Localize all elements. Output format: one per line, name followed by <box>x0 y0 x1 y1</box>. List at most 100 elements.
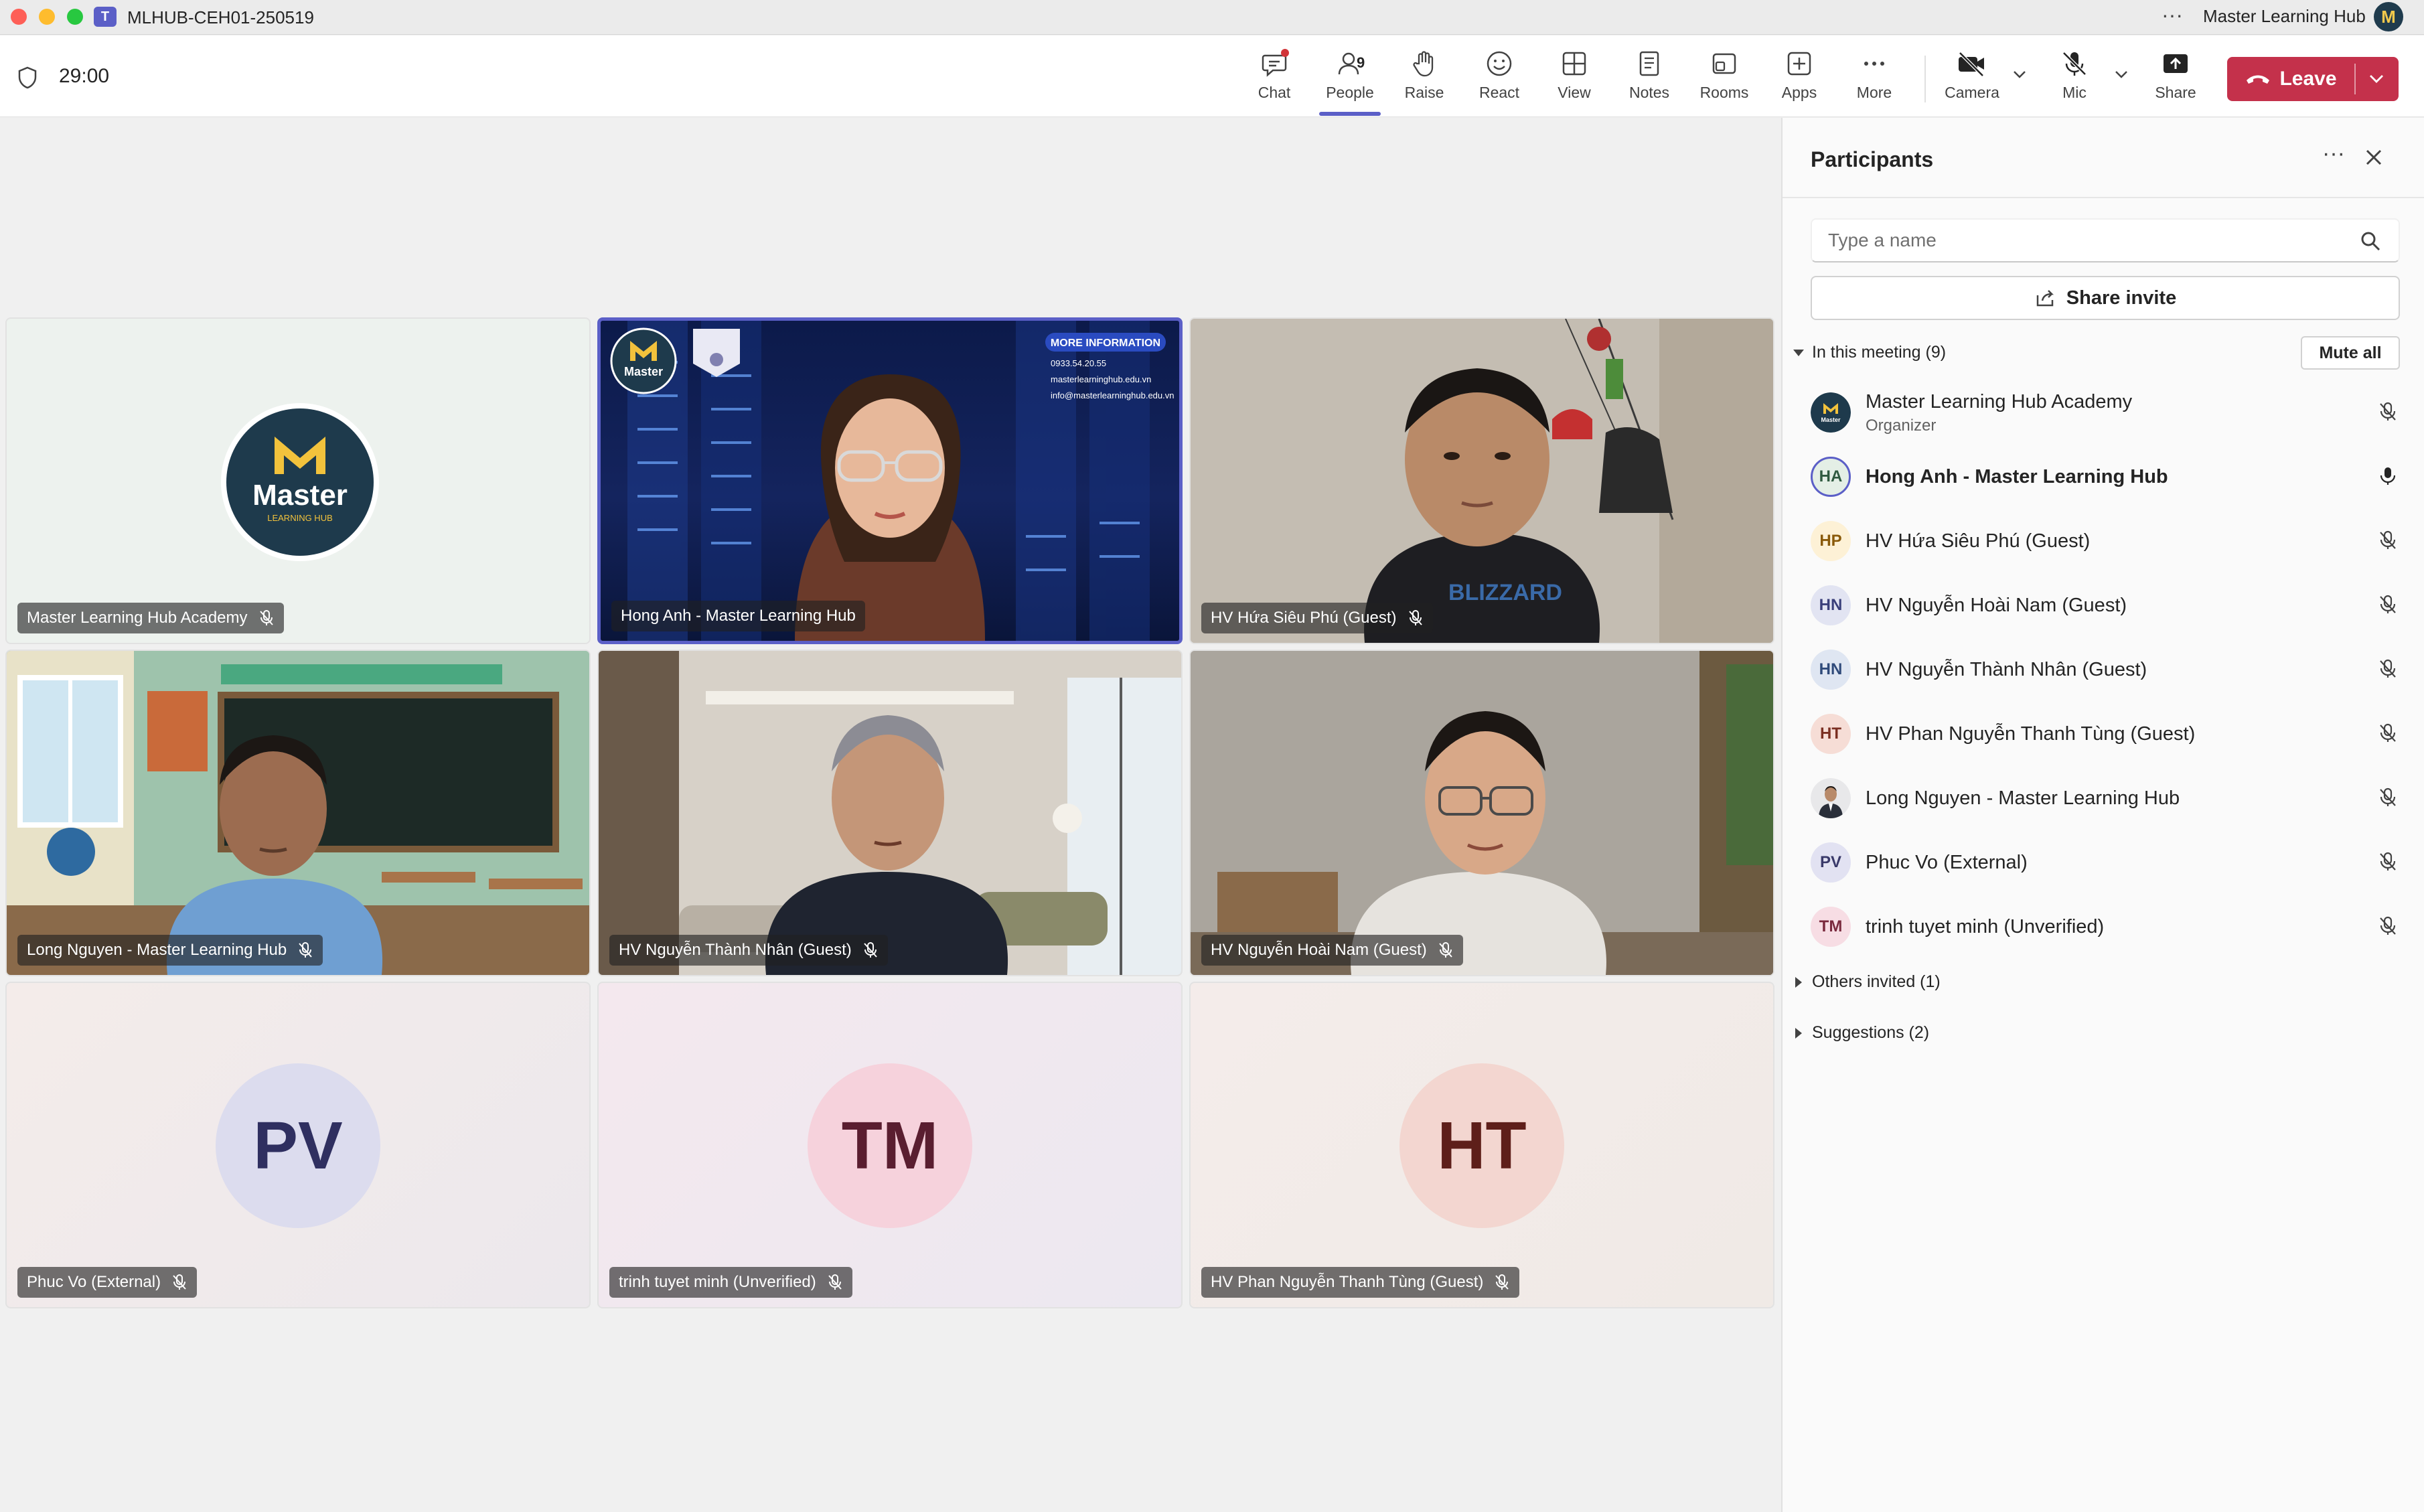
view-label: View <box>1558 84 1591 101</box>
logo-subtext: LEARNING HUB <box>267 513 333 523</box>
camera-off-icon <box>1959 52 1984 77</box>
others-invited-section-header[interactable]: Others invited (1) <box>1792 972 1941 992</box>
participant-row[interactable]: Master Master Learning Hub Academy Organ… <box>1811 384 2400 438</box>
chevron-down-icon[interactable] <box>2113 68 2129 81</box>
participant-tile[interactable]: TM trinh tuyet minh (Unverified) <box>597 982 1183 1308</box>
share-button[interactable]: Share <box>2143 49 2208 109</box>
participant-name: Hong Anh - Master Learning Hub <box>1866 466 2168 487</box>
participant-row[interactable]: HT HV Phan Nguyễn Thanh Tùng (Guest) <box>1811 706 2400 759</box>
shield-icon <box>18 66 37 89</box>
tile-name-label: Long Nguyen - Master Learning Hub <box>17 935 323 966</box>
mic-off-icon <box>2380 659 2396 678</box>
participant-row[interactable]: Long Nguyen - Master Learning Hub <box>1811 770 2400 824</box>
participant-tile[interactable]: HV Nguyễn Hoài Nam (Guest) <box>1189 650 1774 976</box>
people-button[interactable]: 9 People <box>1318 49 1382 109</box>
notes-button[interactable]: Notes <box>1617 49 1681 109</box>
more-icon[interactable]: ··· <box>2162 3 2183 27</box>
overlay-email: info@masterlearninghub.edu.vn <box>1051 390 1174 400</box>
others-invited-label: Others invited (1) <box>1812 972 1941 991</box>
mic-button[interactable]: Mic <box>2042 49 2107 109</box>
caret-down-icon <box>1793 349 1804 356</box>
react-label: React <box>1479 84 1520 101</box>
close-icon[interactable] <box>2364 147 2384 167</box>
participant-tile[interactable]: BLIZZARD HV Hứa Siêu Phú (Guest) <box>1189 317 1774 644</box>
mic-off-icon <box>2380 916 2396 935</box>
raise-hand-button[interactable]: Raise <box>1392 49 1456 109</box>
participant-search-input[interactable] <box>1811 218 2400 262</box>
org-avatar[interactable]: M <box>2374 2 2403 31</box>
grid-view-icon <box>1562 52 1586 76</box>
participant-tile[interactable]: HT HV Phan Nguyễn Thanh Tùng (Guest) <box>1189 982 1774 1308</box>
participant-row[interactable]: HP HV Hứa Siêu Phú (Guest) <box>1811 513 2400 566</box>
participant-row[interactable]: HA Hong Anh - Master Learning Hub <box>1811 449 2400 502</box>
mic-off-icon <box>2380 402 2396 421</box>
participant-name: HV Nguyễn Hoài Nam (Guest) <box>1866 595 2127 616</box>
smiley-icon <box>1487 51 1512 76</box>
more-button[interactable]: More <box>1842 49 1906 109</box>
participant-name: HV Phan Nguyễn Thanh Tùng (Guest) <box>1866 723 2196 745</box>
tile-name-label: Master Learning Hub Academy <box>17 603 284 633</box>
rooms-button[interactable]: Rooms <box>1692 49 1756 109</box>
tile-name-label: trinh tuyet minh (Unverified) <box>609 1267 852 1298</box>
tile-name-label: HV Hứa Siêu Phú (Guest) <box>1201 603 1433 633</box>
participant-avatar: HN <box>1811 585 1851 625</box>
participant-photo-avatar <box>1811 778 1851 818</box>
in-meeting-section-header[interactable]: In this meeting (9) <box>1792 343 1946 362</box>
participant-name: Master Learning Hub Academy <box>1866 391 2133 412</box>
react-button[interactable]: React <box>1467 49 1531 109</box>
participant-tile-speaking[interactable]: Master MORE INFORMATION 0933.54.20.55 ma… <box>597 317 1183 644</box>
leave-divider <box>2354 64 2356 94</box>
participant-row[interactable]: TM trinh tuyet minh (Unverified) <box>1811 899 2400 952</box>
chevron-down-icon[interactable] <box>2368 70 2385 88</box>
participant-avatar: TM <box>1811 907 1851 947</box>
leave-label: Leave <box>2279 68 2337 90</box>
people-label: People <box>1326 84 1374 101</box>
view-button[interactable]: View <box>1542 49 1606 109</box>
tile-name: Hong Anh - Master Learning Hub <box>621 607 856 625</box>
panel-more-icon[interactable]: ··· <box>2322 141 2345 167</box>
participant-name: Long Nguyen - Master Learning Hub <box>1866 787 2180 809</box>
participant-tile[interactable]: Master LEARNING HUB Master Learning Hub … <box>5 317 591 644</box>
chat-label: Chat <box>1258 84 1291 101</box>
apps-button[interactable]: Apps <box>1767 49 1831 109</box>
participant-tile[interactable]: Long Nguyen - Master Learning Hub <box>5 650 591 976</box>
leave-main[interactable]: Leave <box>2227 57 2354 101</box>
tile-name: HV Phan Nguyễn Thanh Tùng (Guest) <box>1211 1273 1484 1291</box>
mute-all-button[interactable]: Mute all <box>2301 336 2400 370</box>
minimize-window-button[interactable] <box>39 9 55 25</box>
participant-name: HV Hứa Siêu Phú (Guest) <box>1866 530 2091 552</box>
mic-off-icon <box>2380 723 2396 742</box>
mic-off-icon <box>2380 852 2396 871</box>
mic-off-icon <box>2380 530 2396 549</box>
overlay-website: masterlearninghub.edu.vn <box>1051 374 1151 384</box>
suggestions-section-header[interactable]: Suggestions (2) <box>1792 1023 1929 1043</box>
caret-right-icon <box>1795 976 1802 988</box>
participant-row[interactable]: HN HV Nguyễn Thành Nhân (Guest) <box>1811 641 2400 695</box>
teams-logo-icon: T <box>94 7 117 27</box>
participant-tile[interactable]: PV Phuc Vo (External) <box>5 982 591 1308</box>
share-invite-button[interactable]: Share invite <box>1811 276 2400 320</box>
mic-off-icon <box>2380 787 2396 806</box>
participant-row[interactable]: PV Phuc Vo (External) <box>1811 834 2400 888</box>
camera-button[interactable]: Camera <box>1940 49 2004 109</box>
chevron-down-icon[interactable] <box>2012 68 2028 81</box>
leave-button[interactable]: Leave <box>2227 57 2399 101</box>
tile-name: HV Nguyễn Hoài Nam (Guest) <box>1211 941 1427 959</box>
chat-button[interactable]: Chat <box>1242 49 1306 109</box>
window-title: MLHUB-CEH01-250519 <box>127 7 314 27</box>
suggestions-label: Suggestions (2) <box>1812 1023 1930 1042</box>
zoom-window-button[interactable] <box>67 9 83 25</box>
people-count: 9 <box>1357 54 1365 71</box>
ellipsis-icon <box>1864 62 1884 66</box>
video-feed <box>7 651 589 975</box>
tile-name-label: HV Phan Nguyễn Thanh Tùng (Guest) <box>1201 1267 1520 1298</box>
search-icon[interactable] <box>2360 230 2381 252</box>
close-window-button[interactable] <box>11 9 27 25</box>
share-label: Share <box>2155 84 2196 101</box>
participant-avatar: HP <box>1811 521 1851 561</box>
participant-row[interactable]: HN HV Nguyễn Hoài Nam (Guest) <box>1811 577 2400 631</box>
camera-label: Camera <box>1945 84 1999 101</box>
meeting-toolbar: 29:00 Chat 9 People Raise React View Not… <box>0 35 2424 117</box>
participant-tile[interactable]: HV Nguyễn Thành Nhân (Guest) <box>597 650 1183 976</box>
video-feed: Master MORE INFORMATION 0933.54.20.55 ma… <box>610 321 1174 641</box>
